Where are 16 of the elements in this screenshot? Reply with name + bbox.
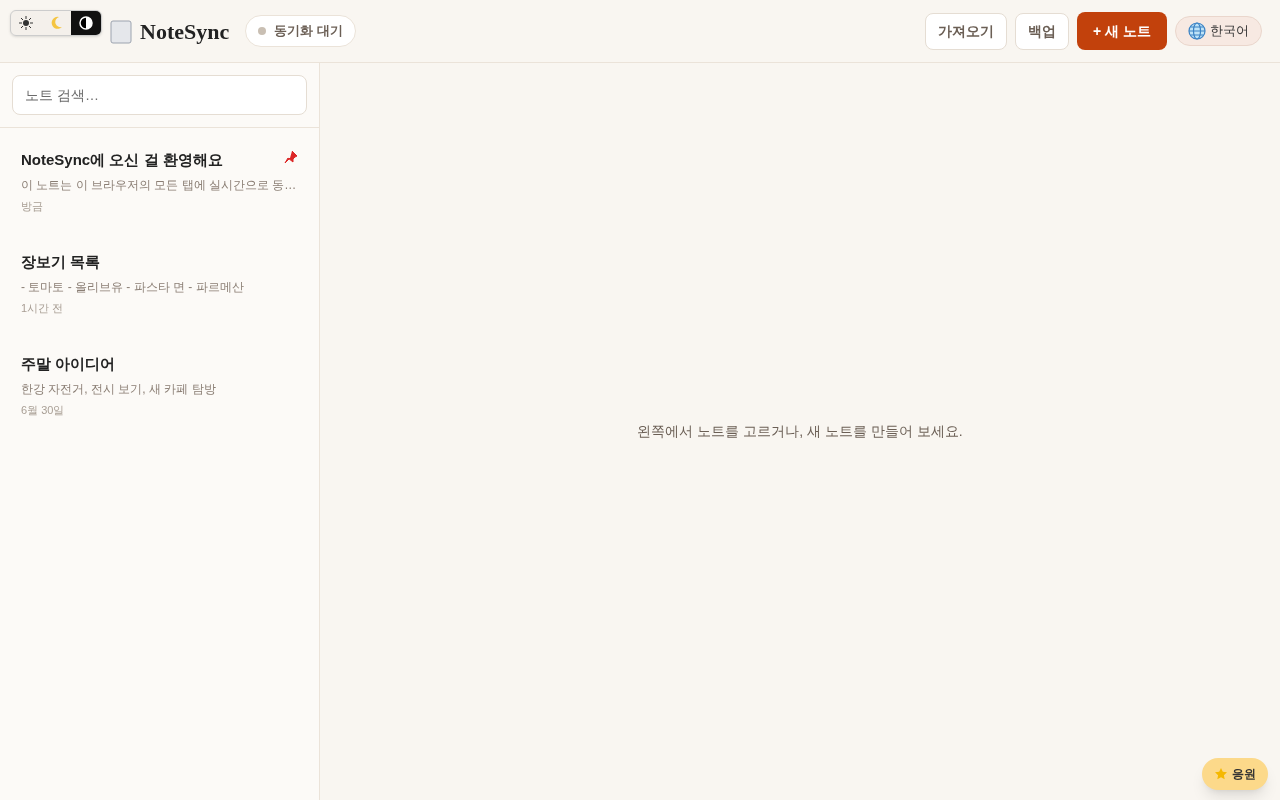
search-field[interactable]: 노트 검색…: [12, 75, 307, 115]
empty-state-message: 왼쪽에서 노트를 고르거나, 새 노트를 만들어 보세요.: [637, 422, 963, 441]
app-logo: NoteSync: [140, 17, 230, 46]
contrast-icon[interactable]: [71, 11, 101, 35]
new-note-button[interactable]: + 새 노트: [1077, 12, 1167, 50]
notepad-icon: [110, 18, 132, 44]
import-button[interactable]: 가져오기: [925, 12, 1008, 50]
language-button[interactable]: 한국어: [1175, 16, 1262, 46]
backup-button[interactable]: 백업: [1015, 12, 1070, 50]
note-list-item[interactable]: 주말 아이디어 한강 자전거, 전시 보기, 새 카페 탐방 6월 30일: [0, 344, 319, 427]
star-icon: [1214, 767, 1228, 781]
support-button[interactable]: 응원: [1202, 758, 1268, 790]
note-list-item[interactable]: NoteSync에 오신 걸 환영해요 이 노트는 이 브라우저의 모든 탭에 실시간으로 동… 방금: [0, 140, 319, 223]
globe-icon: [1188, 22, 1206, 40]
sync-status: 동기화 대기: [245, 15, 356, 47]
note-list-item[interactable]: 장보기 목록 - 토마토 - 올리브유 - 파스타 면 - 파르메산 1시간 전: [0, 242, 319, 325]
